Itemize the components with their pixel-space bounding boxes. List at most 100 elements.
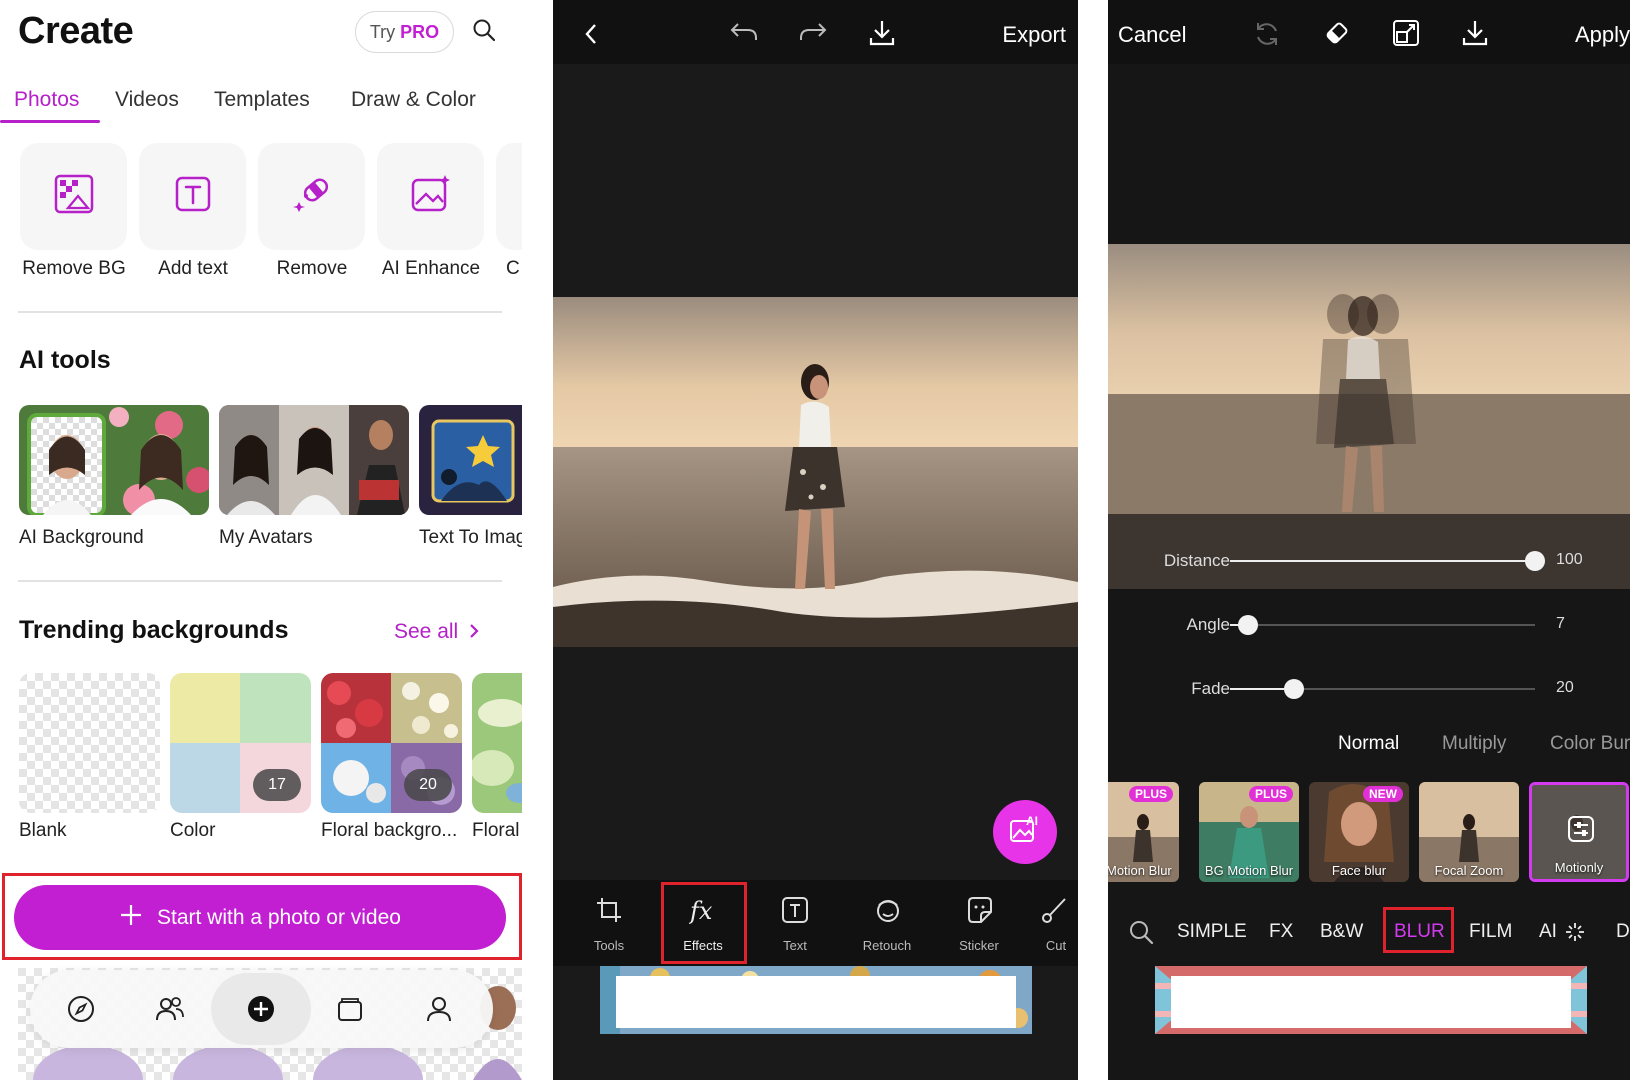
more-tool-label: C [506,258,520,279]
trending-backgrounds-title: Trending backgrounds [19,616,289,644]
category-film[interactable]: FILM [1469,921,1512,943]
back-icon[interactable] [583,22,599,51]
focal-zoom-card[interactable]: Focal Zoom [1419,782,1519,882]
blend-normal[interactable]: Normal [1338,733,1399,755]
more-tool[interactable] [496,143,522,250]
community-icon[interactable] [131,970,209,1048]
apply-button[interactable]: Apply [1575,22,1630,48]
floral-backgrounds-card[interactable]: 20 [321,673,462,813]
start-with-photo-button[interactable]: Start with a photo or video [14,885,506,950]
tools-tool[interactable]: Tools [569,886,649,962]
floral-backgrounds-label: Floral backgro... [321,820,458,841]
checkerboard-thumbnail [19,673,160,813]
cut-tool[interactable]: Cut [1031,886,1078,962]
add-icon[interactable] [222,970,300,1048]
download-icon[interactable] [867,18,897,53]
angle-slider[interactable]: Angle 7 [1108,605,1630,645]
new-badge: NEW [1363,786,1403,802]
distance-fill [1230,560,1535,562]
distance-value: 100 [1556,551,1583,568]
fade-track[interactable] [1230,679,1535,699]
motion-blur-card[interactable]: PLUS Motion Blur [1108,782,1179,882]
fade-knob[interactable] [1284,679,1305,699]
tab-draw-color[interactable]: Draw & Color [351,88,476,112]
tab-templates[interactable]: Templates [214,88,310,112]
blend-color-burn[interactable]: Color Bur [1550,733,1630,755]
refresh-icon[interactable] [1253,20,1281,53]
text-to-image-card[interactable] [419,405,522,515]
timeline-strip[interactable] [600,966,1032,1034]
timeline-strip[interactable] [1155,966,1587,1034]
motionly-card[interactable]: Motionly [1529,782,1629,882]
sticker-icon [965,896,993,929]
create-screen: Create Try PRO Photos Videos Templates D… [0,0,522,1080]
discover-icon[interactable] [42,970,120,1048]
download-icon[interactable] [1460,18,1490,53]
blend-multiply[interactable]: Multiply [1442,733,1506,755]
ai-enhance-label: AI Enhance [381,258,481,279]
category-more[interactable]: D [1616,921,1630,943]
color-background-label: Color [170,820,216,841]
tab-videos[interactable]: Videos [115,88,179,112]
see-all-link[interactable]: See all [394,620,480,644]
ai-enhance-tool[interactable] [377,143,484,250]
face-blur-card[interactable]: NEW Face blur [1309,782,1409,882]
undo-icon[interactable] [728,20,760,49]
search-icon[interactable] [1128,919,1154,950]
retouch-icon [873,896,903,929]
bg-motion-blur-card[interactable]: PLUS BG Motion Blur [1199,782,1299,882]
distance-knob[interactable] [1525,551,1545,571]
retouch-label: Retouch [862,938,912,953]
distance-label: Distance [1163,551,1230,570]
remove-tool[interactable] [258,143,365,250]
compare-icon[interactable] [1391,18,1421,53]
angle-track[interactable] [1230,615,1535,635]
angle-label: Angle [1186,615,1230,634]
my-avatars-label: My Avatars [219,527,313,548]
distance-slider[interactable]: Distance 100 [1108,541,1630,581]
projects-icon[interactable] [311,970,389,1048]
ai-background-thumbnail [19,405,209,515]
blank-background-card[interactable] [19,673,160,813]
remove-bg-tool[interactable] [20,143,127,250]
profile-icon[interactable] [400,970,478,1048]
category-simple[interactable]: SIMPLE [1177,921,1247,943]
category-bw[interactable]: B&W [1320,921,1363,943]
text-icon [781,896,809,929]
category-ai[interactable]: AI [1539,921,1557,943]
category-fx[interactable]: FX [1269,921,1293,943]
ai-fab-button[interactable]: AI [993,800,1057,864]
color-background-card[interactable]: 17 [170,673,311,813]
motion-blur-photo [1108,244,1630,589]
ai-fab-label: AI [1026,814,1038,828]
editor-screen: Export AI Tools fx Effects Text Retouch … [553,0,1078,1080]
blurred-photo-canvas[interactable] [1108,244,1630,589]
text-tool[interactable]: Text [755,886,835,962]
my-avatars-card[interactable] [219,405,409,515]
try-pro-button[interactable]: Try PRO [355,11,454,53]
floral-card[interactable] [472,673,522,813]
fade-slider[interactable]: Fade 20 [1108,669,1630,709]
add-text-tool[interactable] [139,143,246,250]
page-title: Create [18,10,134,52]
search-icon[interactable] [472,18,496,47]
ai-background-card[interactable] [19,405,209,515]
distance-track[interactable] [1230,551,1545,571]
sticker-tool[interactable]: Sticker [939,886,1019,962]
photo-canvas[interactable] [553,297,1078,647]
retouch-tool[interactable]: Retouch [847,886,927,962]
eraser-icon[interactable] [1322,18,1352,53]
text-to-image-label: Text To Imag [419,527,522,548]
export-button[interactable]: Export [1002,22,1066,48]
tools-label: Tools [593,938,625,953]
try-label: Try [369,21,396,42]
active-tab-indicator [0,120,100,123]
tab-photos[interactable]: Photos [14,88,79,112]
effects-header: Cancel Apply [1108,0,1630,64]
fade-value: 20 [1556,679,1574,696]
redo-icon[interactable] [797,20,829,49]
cancel-button[interactable]: Cancel [1118,22,1186,48]
see-all-label: See all [394,620,459,643]
angle-knob[interactable] [1238,615,1259,635]
blur-highlight [1383,907,1454,953]
